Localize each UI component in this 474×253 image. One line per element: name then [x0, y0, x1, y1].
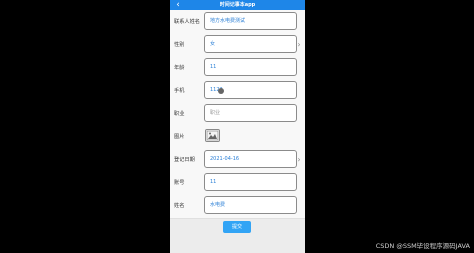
- form-row-image: 图片: [170, 125, 305, 150]
- contact-name-label: 联系人姓名: [174, 19, 200, 25]
- form-row-account: 账号 11: [170, 171, 305, 196]
- gender-label: 性别: [174, 42, 185, 48]
- register-date-picker[interactable]: 2021-04-16: [204, 150, 297, 168]
- occupation-label: 职业: [174, 111, 185, 117]
- account-label: 账号: [174, 180, 185, 186]
- app-screen: ‹ 时间记事本app 联系人姓名 地方水电费测试 性别 女 › 年龄 11 手机…: [170, 0, 305, 253]
- form-row-occupation: 职业 职业: [170, 102, 305, 127]
- chevron-right-icon: ›: [297, 155, 301, 164]
- contact-name-input[interactable]: 地方水电费测试: [204, 12, 297, 30]
- phone-label: 手机: [174, 88, 185, 94]
- form-row-age: 年龄 11: [170, 56, 305, 81]
- contact-name-value: 地方水电费测试: [210, 18, 246, 24]
- gender-value: 女: [210, 41, 216, 47]
- page-title: 时间记事本app: [219, 2, 256, 8]
- chevron-right-icon: ›: [297, 40, 301, 49]
- watermark: CSDN @SSM毕设程序源码JAVA: [375, 242, 470, 250]
- age-input[interactable]: 11: [204, 58, 297, 76]
- form-row-contact-name: 联系人姓名 地方水电费测试: [170, 10, 305, 35]
- age-label: 年龄: [174, 65, 185, 71]
- account-input[interactable]: 11: [204, 173, 297, 191]
- register-date-label: 登记日期: [174, 157, 195, 163]
- form-row-register-date: 登记日期 2021-04-16 ›: [170, 148, 305, 173]
- name-input[interactable]: 水电费: [204, 196, 297, 214]
- submit-button[interactable]: 提交: [223, 221, 251, 233]
- app-header: ‹ 时间记事本app: [170, 0, 305, 10]
- form-row-phone: 手机 1122: [170, 79, 305, 104]
- age-value: 11: [210, 64, 217, 70]
- cursor-icon: [218, 88, 224, 94]
- picture-icon: [206, 130, 219, 141]
- image-upload-icon[interactable]: [205, 129, 220, 142]
- register-date-value: 2021-04-16: [210, 156, 240, 162]
- occupation-placeholder: 职业: [210, 110, 221, 116]
- name-value: 水电费: [210, 202, 226, 208]
- name-label: 姓名: [174, 203, 185, 209]
- form-row-name: 姓名 水电费: [170, 194, 305, 219]
- account-value: 11: [210, 179, 217, 185]
- form-row-gender: 性别 女 ›: [170, 33, 305, 58]
- occupation-input[interactable]: 职业: [204, 104, 297, 122]
- gender-select[interactable]: 女: [204, 35, 297, 53]
- image-label: 图片: [174, 134, 185, 140]
